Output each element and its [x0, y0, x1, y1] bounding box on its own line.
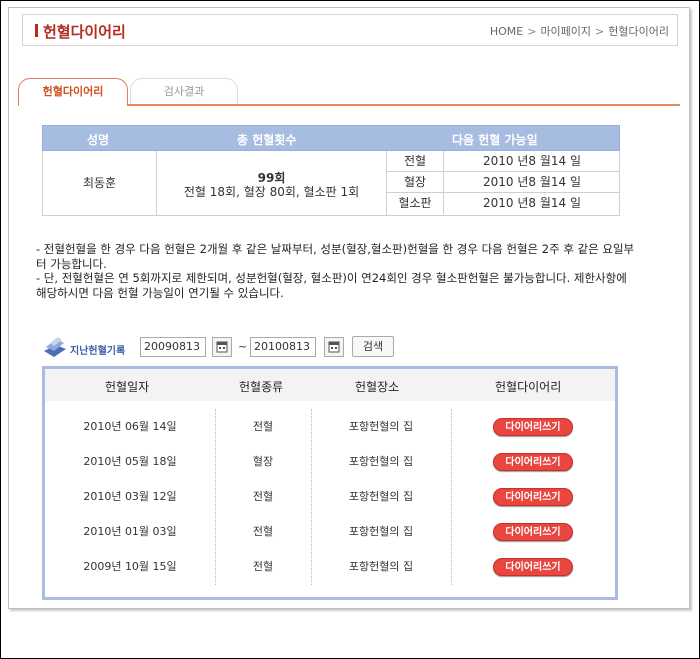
date-range-separator: ~: [238, 340, 248, 353]
row-place: 포항헌혈의 집: [348, 560, 414, 573]
header-bar: 헌혈다이어리 HOME > 마이페이지 > 헌혈다이어리: [22, 14, 678, 46]
table-row: 2010년 01월 03일 전혈 포항헌혈의 집 다이어리쓰기: [45, 514, 615, 549]
end-date-input[interactable]: 20100813: [250, 337, 316, 357]
breadcrumb-current: 헌혈다이어리: [608, 25, 669, 38]
breadcrumb: HOME > 마이페이지 > 헌혈다이어리: [490, 23, 669, 39]
row-diary-cell: 다이어리쓰기: [451, 409, 615, 444]
history-header-place: 헌혈장소: [355, 380, 400, 394]
table-row: 2010년 06월 14일 전혈 포항헌혈의 집 다이어리쓰기: [45, 409, 615, 444]
next-date-value: 2010 년8 월14 일: [482, 175, 581, 189]
history-header: 헌혈일자 헌혈종류 헌혈장소 헌혈다이어리: [45, 369, 615, 401]
tab-test-results[interactable]: 검사결과: [130, 78, 238, 105]
next-date-type: 전혈: [387, 151, 444, 172]
total-detail: 전혈 18회, 혈장 80회, 혈소판 1회: [183, 185, 360, 199]
next-date-type: 혈소판: [387, 193, 444, 214]
next-date-row: 혈장 2010 년8 월14 일: [387, 172, 620, 193]
donation-history-table: 헌혈일자 헌혈종류 헌혈장소 헌혈다이어리 2010년 06월 14일 전혈 포…: [42, 366, 618, 600]
search-row: 지난헌혈기록 20090813 ~ 20100813 검색: [40, 334, 640, 362]
row-diary-cell: 다이어리쓰기: [451, 479, 615, 514]
summary-header-total: 총 헌혈횟수: [237, 133, 297, 147]
summary-header-name: 성명: [87, 133, 110, 147]
row-diary-cell: 다이어리쓰기: [451, 549, 615, 584]
row-type: 전혈: [252, 420, 274, 433]
row-diary-cell: 다이어리쓰기: [451, 514, 615, 549]
write-diary-button[interactable]: 다이어리쓰기: [493, 453, 573, 471]
calendar-icon: [216, 341, 228, 353]
write-diary-button[interactable]: 다이어리쓰기: [493, 488, 573, 506]
row-place: 포항헌혈의 집: [348, 490, 414, 503]
start-calendar-button[interactable]: [212, 337, 232, 357]
logo-label: 지난헌혈기록: [70, 346, 126, 357]
past-donation-logo: 지난헌혈기록: [40, 334, 136, 362]
row-type: 전혈: [252, 490, 274, 503]
breadcrumb-home[interactable]: HOME: [490, 25, 523, 38]
summary-body: 최동훈 99회 전혈 18회, 혈장 80회, 혈소판 1회 전혈 2010 년…: [42, 151, 620, 216]
note-line: - 전혈헌혈을 한 경우 다음 헌혈은 2개월 후 같은 날짜부터, 성분(혈장…: [36, 242, 635, 271]
row-date: 2010년 06월 14일: [83, 420, 177, 433]
row-type: 혈장: [252, 455, 274, 468]
row-date: 2009년 10월 15일: [83, 560, 177, 573]
tab-bar: 헌혈다이어리 검사결과: [18, 78, 680, 106]
row-place: 포항헌혈의 집: [348, 420, 414, 433]
page-title: 헌혈다이어리: [43, 23, 126, 41]
row-place: 포항헌혈의 집: [348, 525, 414, 538]
breadcrumb-separator: >: [595, 24, 605, 38]
row-type: 전혈: [252, 525, 274, 538]
logo-icon: [44, 337, 66, 357]
row-type: 전혈: [252, 560, 274, 573]
search-button[interactable]: 검색: [352, 336, 394, 357]
table-row: 2010년 03월 12일 전혈 포항헌혈의 집 다이어리쓰기: [45, 479, 615, 514]
row-date: 2010년 01월 03일: [83, 525, 177, 538]
history-header-date: 헌혈일자: [105, 380, 150, 394]
breadcrumb-mypage[interactable]: 마이페이지: [540, 23, 591, 39]
write-diary-button[interactable]: 다이어리쓰기: [493, 418, 573, 436]
tab-diary[interactable]: 헌혈다이어리: [18, 78, 128, 106]
row-date: 2010년 05월 18일: [83, 455, 177, 468]
next-date-row: 혈소판 2010 년8 월14 일: [387, 193, 620, 214]
total-donations: 99회 전혈 18회, 혈장 80회, 혈소판 1회: [157, 151, 387, 215]
summary-header: 성명 총 헌혈횟수 다음 헌혈 가능일: [42, 125, 620, 151]
breadcrumb-separator: >: [527, 24, 537, 38]
title-marker: [35, 24, 38, 37]
start-date-input[interactable]: 20090813: [140, 337, 206, 357]
row-place: 포항헌혈의 집: [348, 455, 414, 468]
row-diary-cell: 다이어리쓰기: [451, 444, 615, 479]
history-header-diary: 헌혈다이어리: [495, 380, 562, 394]
next-date-row: 전혈 2010 년8 월14 일: [387, 151, 620, 172]
history-header-type: 헌혈종류: [239, 380, 284, 394]
end-calendar-button[interactable]: [324, 337, 344, 357]
table-row: 2010년 05월 18일 혈장 포항헌혈의 집 다이어리쓰기: [45, 444, 615, 479]
next-date-value: 2010 년8 월14 일: [482, 196, 581, 210]
row-date: 2010년 03월 12일: [83, 490, 177, 503]
next-date-type: 혈장: [387, 172, 444, 193]
calendar-icon: [328, 341, 340, 353]
next-date-value: 2010 년8 월14 일: [482, 154, 581, 168]
donation-notes: - 전혈헌혈을 한 경우 다음 헌혈은 2개월 후 같은 날짜부터, 성분(혈장…: [36, 242, 636, 300]
note-line: - 단, 전혈헌혈은 연 5회까지로 제한되며, 성분헌혈(혈장, 혈소판)이 …: [36, 271, 627, 300]
donor-name: 최동훈: [43, 151, 157, 215]
write-diary-button[interactable]: 다이어리쓰기: [493, 523, 573, 541]
summary-header-next-date: 다음 헌혈 가능일: [452, 133, 538, 147]
table-row: 2009년 10월 15일 전혈 포항헌혈의 집 다이어리쓰기: [45, 549, 615, 584]
write-diary-button[interactable]: 다이어리쓰기: [493, 558, 573, 576]
